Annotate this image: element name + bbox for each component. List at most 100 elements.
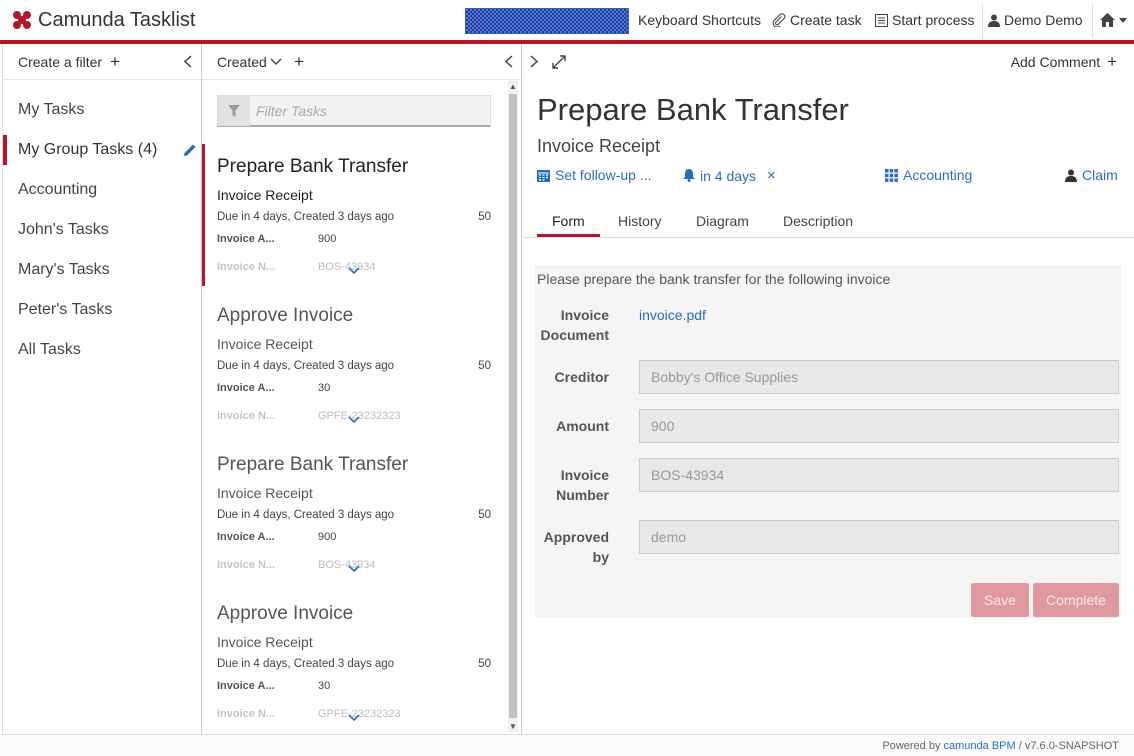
filter-label: Accounting xyxy=(18,181,98,198)
invoice-document-link[interactable]: invoice.pdf xyxy=(639,307,706,323)
filter-all-tasks[interactable]: All Tasks xyxy=(3,335,201,365)
filter-label: Mary's Tasks xyxy=(18,261,110,278)
task-priority: 50 xyxy=(478,509,491,521)
task-list-scrollbar[interactable]: ▲ ▼ xyxy=(508,80,518,732)
task-variable-key: Invoice N... xyxy=(217,708,276,720)
create-task-link[interactable]: Create task xyxy=(772,0,862,40)
active-tab-indicator xyxy=(537,234,600,237)
create-task-label: Create task xyxy=(790,12,862,28)
list-alt-icon xyxy=(875,13,888,27)
filter-johns-tasks[interactable]: John's Tasks xyxy=(3,215,201,245)
start-process-label: Start process xyxy=(892,12,975,28)
task-process: Invoice Receipt xyxy=(217,187,313,203)
filter-accounting[interactable]: Accounting xyxy=(3,175,201,205)
expand-right-icon[interactable] xyxy=(530,55,538,68)
filter-label: My Tasks xyxy=(18,101,85,118)
task-list-item[interactable]: Approve Invoice Invoice Receipt Due in 4… xyxy=(202,591,508,733)
task-filter-search xyxy=(217,95,491,127)
save-button[interactable]: Save xyxy=(971,583,1029,617)
expand-chevron-icon[interactable] xyxy=(348,560,360,573)
add-sort-plus-icon[interactable]: + xyxy=(294,52,304,72)
task-due: Due in 4 days, Created 3 days ago xyxy=(217,360,395,372)
keyboard-shortcuts-label: Keyboard Shortcuts xyxy=(638,12,761,28)
scroll-thumb[interactable] xyxy=(509,94,517,718)
camunda-logo-icon xyxy=(13,11,32,30)
task-detail-panel: Add Comment + Prepare Bank Transfer Invo… xyxy=(523,44,1134,734)
scroll-up-arrow-icon[interactable]: ▲ xyxy=(508,80,518,92)
task-process: Invoice Receipt xyxy=(217,336,313,352)
set-follow-up-link[interactable]: Set follow-up ... xyxy=(537,167,652,183)
claim-button[interactable]: Claim xyxy=(1065,167,1118,183)
remove-due-close-icon[interactable]: × xyxy=(767,167,776,184)
camunda-bpm-link[interactable]: camunda BPM xyxy=(944,740,1016,752)
expand-chevron-icon[interactable] xyxy=(348,709,360,722)
footer: Powered by camunda BPM / v7.6.0-SNAPSHOT xyxy=(0,734,1134,756)
filter-my-tasks[interactable]: My Tasks xyxy=(3,95,201,125)
task-list-item[interactable]: Approve Invoice Invoice Receipt Due in 4… xyxy=(202,293,508,435)
invoice-number-field[interactable]: BOS-43934 xyxy=(639,458,1119,492)
fullscreen-icon[interactable] xyxy=(552,55,566,69)
tab-form[interactable]: Form xyxy=(552,213,585,229)
creditor-field[interactable]: Bobby's Office Supplies xyxy=(639,360,1119,394)
task-variable-value: 30 xyxy=(318,680,331,692)
tab-diagram[interactable]: Diagram xyxy=(696,213,749,229)
task-variable-key: Invoice A... xyxy=(217,680,275,692)
task-process-name: Invoice Receipt xyxy=(537,136,661,156)
tab-history[interactable]: History xyxy=(618,213,662,229)
collapse-left-icon[interactable] xyxy=(184,55,192,68)
create-filter-button[interactable]: Create a filter + xyxy=(18,52,120,72)
scroll-down-arrow-icon[interactable]: ▼ xyxy=(508,720,518,732)
claim-label: Claim xyxy=(1082,167,1118,183)
task-priority: 50 xyxy=(478,211,491,223)
home-menu[interactable] xyxy=(1100,0,1127,40)
label-line: Approved xyxy=(543,529,609,545)
filter-peters-tasks[interactable]: Peter's Tasks xyxy=(3,295,201,325)
add-comment-label: Add Comment xyxy=(1010,54,1101,70)
user-menu[interactable]: Demo Demo xyxy=(988,0,1083,40)
task-form: Please prepare the bank transfer for the… xyxy=(535,265,1121,618)
collapse-left-icon[interactable] xyxy=(505,55,513,68)
tab-description[interactable]: Description xyxy=(783,213,853,229)
invoice-number-label: Invoice Number xyxy=(529,465,609,505)
form-intro: Please prepare the bank transfer for the… xyxy=(537,271,891,287)
user-icon xyxy=(988,14,1000,27)
filter-count: (4) xyxy=(137,141,158,158)
label-line: Number xyxy=(556,487,609,503)
user-name: Demo Demo xyxy=(1004,12,1083,28)
header-divider xyxy=(982,4,983,38)
task-name: Prepare Bank Transfer xyxy=(217,454,409,475)
due-date-link[interactable]: in 4 days × xyxy=(683,167,776,184)
group-link[interactable]: Accounting xyxy=(885,167,972,183)
task-filter-input[interactable] xyxy=(256,100,486,122)
task-name: Approve Invoice xyxy=(217,603,354,624)
task-title: Prepare Bank Transfer xyxy=(537,92,849,127)
add-comment-button[interactable]: Add Comment + xyxy=(1011,52,1117,72)
task-list-item[interactable]: Prepare Bank Transfer Invoice Receipt Du… xyxy=(202,442,508,584)
task-variable-key: Invoice N... xyxy=(217,261,276,273)
task-variable-key: Invoice A... xyxy=(217,382,275,394)
task-process: Invoice Receipt xyxy=(217,485,313,501)
brand[interactable]: Camunda Tasklist xyxy=(13,9,195,32)
caret-down-icon xyxy=(1119,17,1127,23)
expand-chevron-icon[interactable] xyxy=(348,411,360,424)
task-variable-key: Invoice N... xyxy=(217,559,276,571)
task-list-item[interactable]: Prepare Bank Transfer Invoice Receipt Du… xyxy=(202,144,508,286)
label-line: Invoice xyxy=(560,467,609,483)
complete-button[interactable]: Complete xyxy=(1033,583,1119,617)
filter-marys-tasks[interactable]: Mary's Tasks xyxy=(3,255,201,285)
sort-dropdown[interactable]: Created xyxy=(217,54,282,70)
start-process-link[interactable]: Start process xyxy=(875,0,974,40)
task-name: Prepare Bank Transfer xyxy=(217,156,409,177)
powered-by-label: Powered by xyxy=(882,740,941,752)
filter-my-group-tasks[interactable]: My Group Tasks (4) xyxy=(3,135,201,165)
pencil-edit-icon[interactable] xyxy=(183,143,197,157)
creditor-label: Creditor xyxy=(554,369,609,385)
home-icon xyxy=(1100,13,1115,27)
keyboard-shortcuts-link[interactable]: Keyboard Shortcuts xyxy=(638,0,761,40)
amount-field[interactable]: 900 xyxy=(639,409,1119,443)
approved-by-field[interactable]: demo xyxy=(639,520,1119,554)
task-variable-value: 900 xyxy=(318,233,337,245)
expand-chevron-icon[interactable] xyxy=(348,262,360,275)
task-process: Invoice Receipt xyxy=(217,634,313,650)
task-tabs: Form History Diagram Description xyxy=(523,205,1134,238)
